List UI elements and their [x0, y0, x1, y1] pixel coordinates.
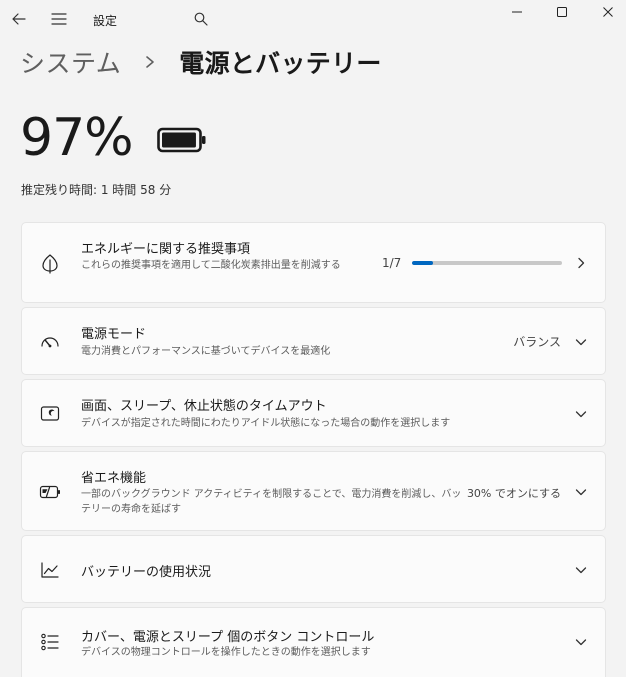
search-button[interactable] — [188, 6, 214, 32]
navigation-menu-button[interactable] — [46, 6, 72, 32]
card-title: 省エネ機能 — [81, 471, 147, 486]
energy-saver-threshold-dropdown[interactable]: 30% でオンにする — [467, 485, 561, 501]
chevron-right-icon — [571, 253, 591, 273]
maximize-icon — [557, 7, 567, 17]
recommendations-progress-bar — [412, 261, 562, 265]
progress-fill — [412, 261, 434, 265]
gauge-icon — [39, 331, 61, 353]
recommendations-progress-text: 1/7 — [382, 256, 402, 270]
back-button[interactable] — [6, 6, 32, 32]
window-title: 設定 — [93, 14, 118, 28]
card-description: 一部のバックグラウンド アクティビティを制限することで、電力消費を削減し、バッテ… — [81, 489, 462, 515]
chevron-down-icon[interactable] — [571, 482, 591, 502]
card-title: 電源モード — [81, 327, 147, 342]
energy-saver-card[interactable]: 省エネ機能 一部のバックグラウンド アクティビティを制限することで、電力消費を削… — [21, 451, 606, 531]
close-button[interactable] — [595, 0, 621, 24]
battery-usage-card[interactable]: バッテリーの使用状況 — [21, 535, 606, 603]
card-title: バッテリーの使用状況 — [81, 565, 212, 580]
breadcrumb: システム 電源とバッテリー — [20, 42, 382, 82]
card-title: エネルギーに関する推奨事項 — [81, 242, 251, 257]
title-bar: 設定 — [0, 0, 626, 40]
minimize-icon — [512, 11, 522, 13]
battery-time-estimate: 推定残り時間: 1 時間 58 分 — [21, 183, 172, 197]
card-description: デバイスが指定された時間にわたりアイドル状態になった場合の動作を選択します — [81, 418, 451, 429]
screen-sleep-icon — [39, 403, 61, 425]
search-icon — [194, 12, 208, 26]
hamburger-menu-icon — [51, 13, 67, 25]
minimize-button[interactable] — [504, 0, 530, 24]
screen-sleep-timeout-card[interactable]: 画面、スリープ、休止状態のタイムアウト デバイスが指定された時間にわたりアイドル… — [21, 379, 606, 447]
chevron-right-icon — [146, 56, 155, 68]
usage-chart-icon — [39, 559, 61, 581]
lid-button-controls-card[interactable]: カバー、電源とスリープ 個のボタン コントロール デバイスの物理コントロールを操… — [21, 607, 606, 677]
energy-saver-icon — [39, 481, 61, 503]
back-arrow-icon — [12, 13, 26, 25]
page-title: 電源とバッテリー — [179, 49, 382, 78]
settings-window: 設定 システム 電源とバッテリー 97% 推定残り時間: 1 時間 58 分 エ… — [0, 0, 626, 677]
card-title: 画面、スリープ、休止状態のタイムアウト — [81, 399, 327, 414]
chevron-down-icon[interactable] — [571, 332, 591, 352]
battery-percentage: 97% — [20, 108, 134, 168]
leaf-icon — [39, 253, 61, 275]
power-mode-card[interactable]: 電源モード 電力消費とパフォーマンスに基づいてデバイスを最適化 バランス — [21, 307, 606, 375]
breadcrumb-system-link[interactable]: システム — [20, 44, 121, 80]
battery-summary: 97% — [20, 108, 207, 168]
card-title: カバー、電源とスリープ 個のボタン コントロール — [81, 630, 375, 645]
maximize-button[interactable] — [549, 0, 575, 24]
card-description: 電力消費とパフォーマンスに基づいてデバイスを最適化 — [81, 346, 331, 357]
button-controls-icon — [39, 631, 61, 653]
close-icon — [603, 7, 613, 17]
chevron-down-icon[interactable] — [571, 404, 591, 424]
chevron-down-icon[interactable] — [571, 632, 591, 652]
card-description: デバイスの物理コントロールを操作したときの動作を選択します — [81, 647, 371, 658]
power-mode-dropdown[interactable]: バランス — [513, 333, 561, 350]
breadcrumb-separator — [135, 47, 165, 77]
energy-recommendations-card[interactable]: エネルギーに関する推奨事項 これらの推奨事項を適用して二酸化炭素排出量を削減する… — [21, 222, 606, 303]
battery-icon — [156, 127, 206, 153]
card-description: これらの推奨事項を適用して二酸化炭素排出量を削減する — [81, 260, 341, 271]
chevron-down-icon[interactable] — [571, 560, 591, 580]
